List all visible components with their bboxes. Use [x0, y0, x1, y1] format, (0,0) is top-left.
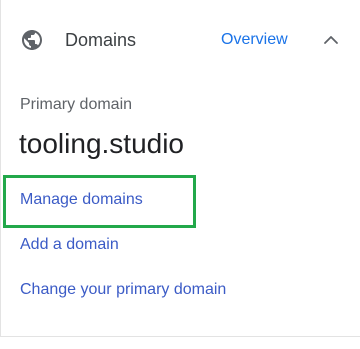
card-header: Domains Overview [1, 0, 360, 80]
chevron-up-icon[interactable] [321, 30, 341, 50]
primary-domain-value: tooling.studio [19, 128, 185, 159]
primary-domain-label: Primary domain [20, 96, 133, 113]
overview-link[interactable]: Overview [221, 30, 288, 50]
add-domain-link[interactable]: Add a domain [20, 235, 119, 255]
change-primary-domain-link[interactable]: Change your primary domain [20, 280, 226, 300]
manage-domains-link[interactable]: Manage domains [20, 190, 143, 210]
domains-card: Domains Overview Primary domain tooling.… [0, 0, 360, 337]
card-title: Domains [65, 30, 137, 50]
globe-icon [20, 28, 44, 52]
